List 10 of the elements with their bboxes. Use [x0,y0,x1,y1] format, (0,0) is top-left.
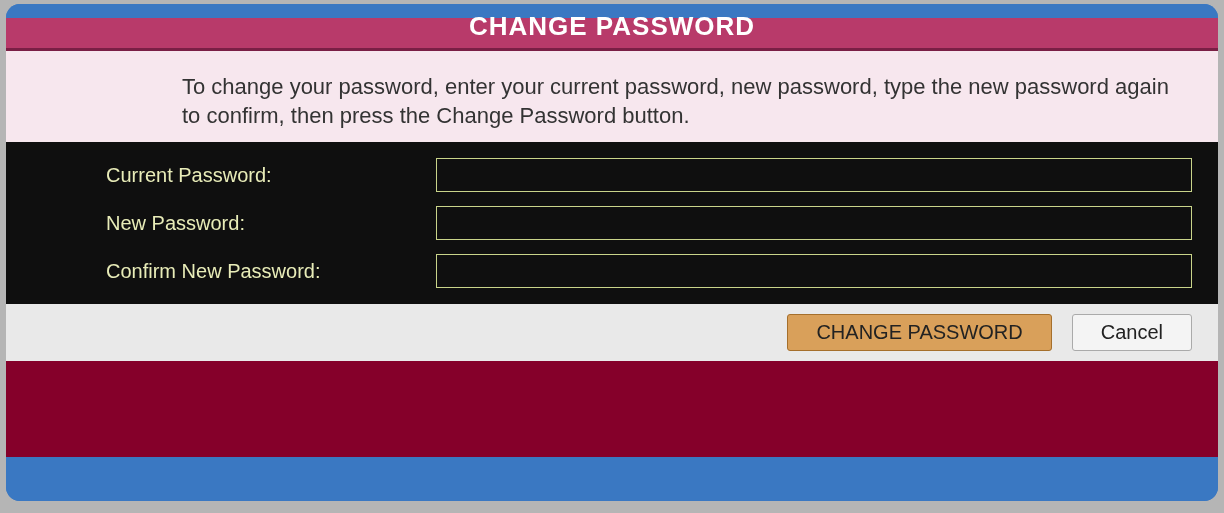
password-field[interactable] [436,158,1192,193]
password-field[interactable] [436,254,1192,289]
dialog-title: CHANGE PASSWORD [468,10,756,42]
change-password-button[interactable]: CHANGE PASSWORD [787,314,1052,352]
cancel-button[interactable]: Cancel [1071,314,1192,352]
field-label: Current Password: [106,163,273,187]
field-label: New Password: [106,211,246,235]
password-field[interactable] [436,206,1192,241]
instructions-text: To change your password, enter your current password, new password, type the new password again to confirm, then press the Change Password button. [182,73,1170,130]
field-label: Confirm New Password: [106,259,322,283]
